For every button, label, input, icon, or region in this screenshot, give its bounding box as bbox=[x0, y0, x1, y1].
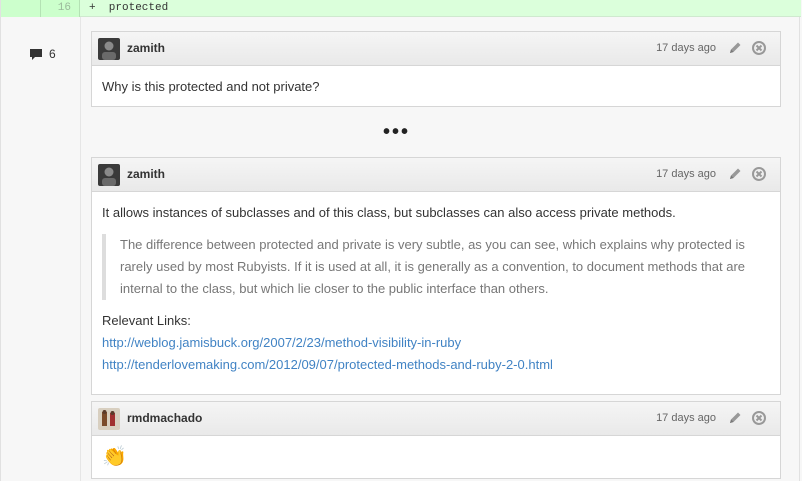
comment-3: rmdmachado 17 days ago 👏 bbox=[91, 401, 781, 479]
comment-1: zamith 17 days ago Why is this protected… bbox=[91, 31, 781, 107]
links-label: Relevant Links: bbox=[102, 313, 191, 328]
comment-timestamp[interactable]: 17 days ago bbox=[656, 412, 716, 424]
close-icon[interactable] bbox=[751, 166, 767, 187]
reference-link[interactable]: http://tenderlovemaking.com/2012/09/07/p… bbox=[102, 354, 770, 376]
comment-author[interactable]: rmdmachado bbox=[127, 411, 202, 425]
comment-count-label: 6 bbox=[49, 47, 56, 61]
diff-added-line: 16 + protected bbox=[1, 0, 801, 17]
avatar[interactable] bbox=[98, 164, 120, 186]
old-line-number bbox=[1, 0, 41, 17]
diff-comment-thread: 16 + protected 6 zamith 17 days ago Why … bbox=[0, 0, 801, 481]
diff-code: + protected bbox=[89, 2, 169, 14]
comment-2: zamith 17 days ago It allows instances o… bbox=[91, 157, 781, 395]
comment-header: zamith 17 days ago bbox=[92, 32, 780, 66]
speech-bubble-icon bbox=[30, 48, 42, 60]
comment-timestamp[interactable]: 17 days ago bbox=[656, 42, 716, 54]
new-line-number[interactable]: 16 bbox=[41, 0, 80, 17]
comment-text: It allows instances of subclasses and of… bbox=[102, 205, 676, 220]
comment-author[interactable]: zamith bbox=[127, 41, 165, 55]
avatar[interactable] bbox=[98, 38, 120, 60]
clapping-hands-emoji: 👏 bbox=[102, 446, 127, 468]
close-icon[interactable] bbox=[751, 410, 767, 431]
reference-link[interactable]: http://weblog.jamisbuck.org/2007/2/23/me… bbox=[102, 332, 770, 354]
comment-author[interactable]: zamith bbox=[127, 167, 165, 181]
pencil-icon[interactable] bbox=[727, 40, 743, 61]
blockquote: The difference between protected and pri… bbox=[102, 234, 770, 300]
comment-gutter: 6 bbox=[1, 17, 81, 481]
comment-text: Why is this protected and not private? bbox=[102, 79, 320, 94]
pencil-icon[interactable] bbox=[727, 410, 743, 431]
comment-timestamp[interactable]: 17 days ago bbox=[656, 168, 716, 180]
close-icon[interactable] bbox=[751, 40, 767, 61]
comment-body: 👏 bbox=[92, 436, 780, 468]
show-hidden-comments[interactable]: ••• bbox=[383, 122, 423, 142]
comment-header: rmdmachado 17 days ago bbox=[92, 402, 780, 436]
comment-body: Why is this protected and not private? bbox=[92, 66, 780, 98]
avatar[interactable] bbox=[98, 408, 120, 430]
comment-header: zamith 17 days ago bbox=[92, 158, 780, 192]
pencil-icon[interactable] bbox=[727, 166, 743, 187]
comment-count[interactable]: 6 bbox=[29, 47, 56, 61]
comment-body: It allows instances of subclasses and of… bbox=[92, 192, 780, 376]
